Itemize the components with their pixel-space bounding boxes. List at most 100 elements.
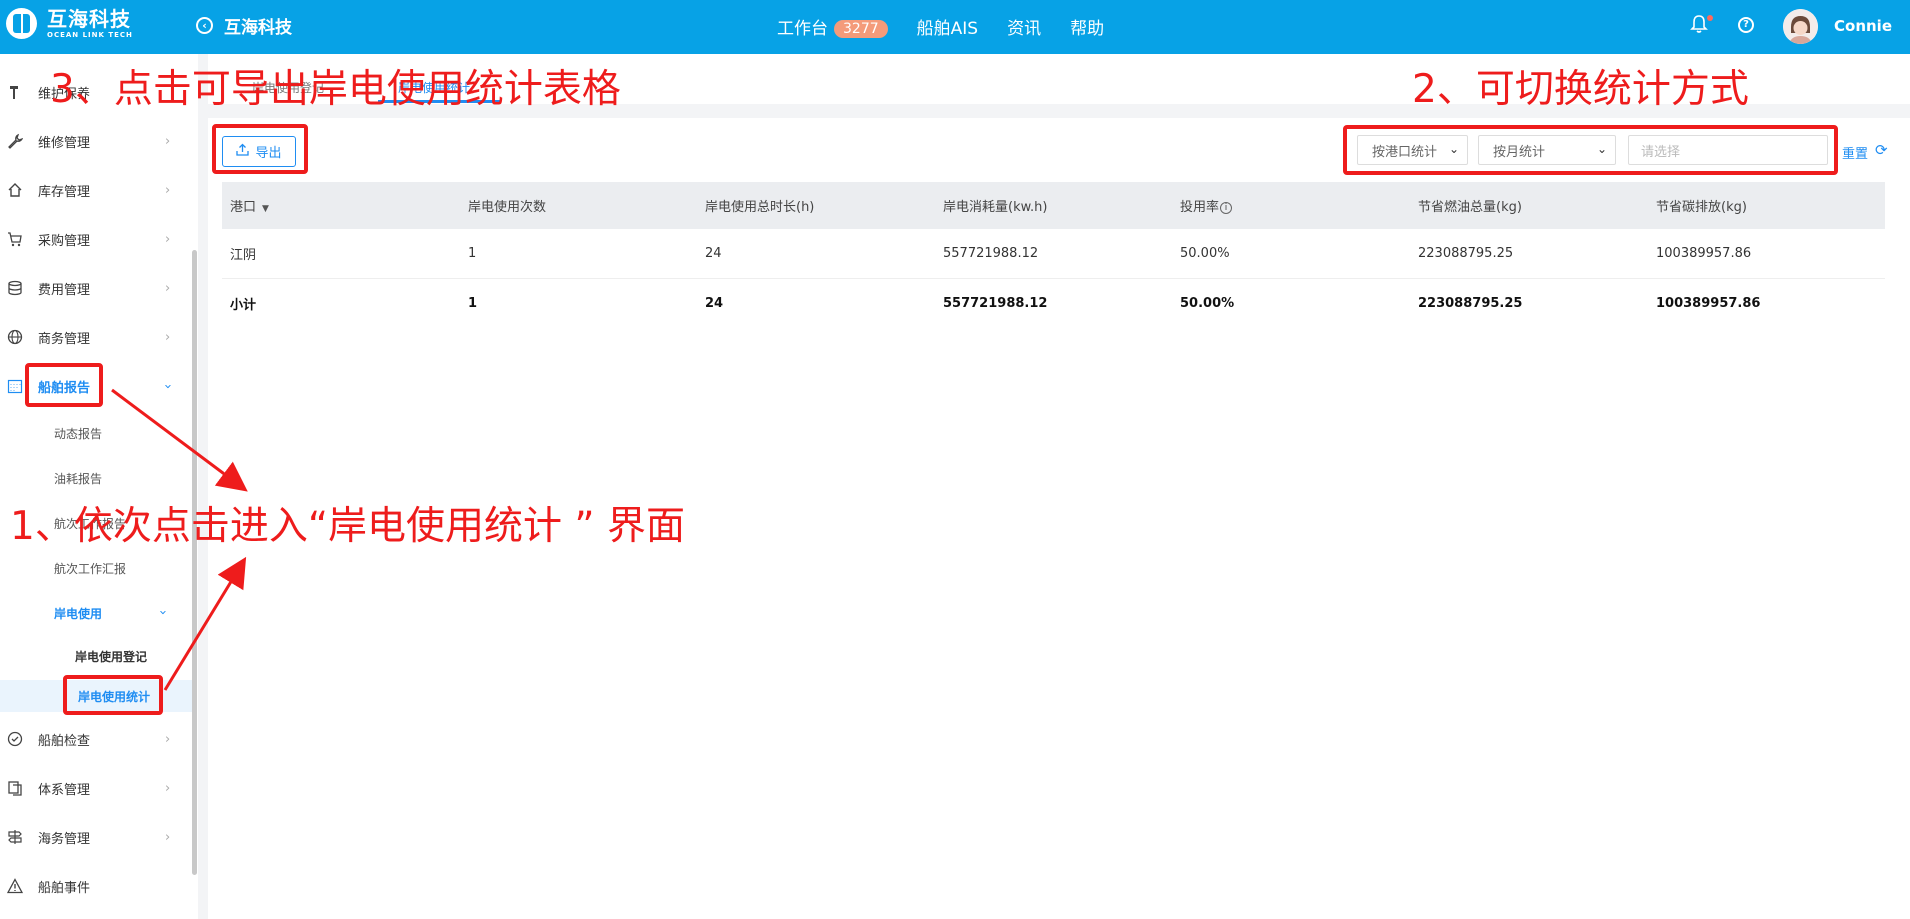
home-icon <box>6 181 24 199</box>
col-port[interactable]: 港口 ▼ <box>222 196 460 215</box>
sidebar-item-inspection[interactable]: 船舶检查 › <box>0 722 192 756</box>
chevron-right-icon: › <box>165 281 171 296</box>
sidebar-item-business[interactable]: 商务管理 › <box>0 320 192 354</box>
copy-icon <box>6 779 24 797</box>
sidebar-sub-voyage-summary[interactable]: 航次工作汇报 <box>0 553 192 583</box>
wrench-icon <box>6 132 24 150</box>
brand-logo-icon <box>6 8 37 39</box>
col-consumption: 岸电消耗量(kw.h) <box>943 200 1048 215</box>
brand[interactable]: 互海科技 OCEAN LINK TECH <box>6 8 133 39</box>
sidebar-item-label: 海务管理 <box>38 831 91 847</box>
sidebar-sub-shore-power[interactable]: 岸电使用 › <box>0 598 192 628</box>
sidebar-item-label: 费用管理 <box>38 282 91 298</box>
signpost-icon <box>6 828 24 846</box>
bell-icon[interactable] <box>1690 14 1708 34</box>
cell-total-usage-rate: 50.00% <box>1180 295 1235 311</box>
sidebar-item-label: 采购管理 <box>38 233 91 249</box>
back-button[interactable]: ‹ 互海科技 <box>196 13 292 38</box>
sidebar-item-purchase[interactable]: 采购管理 › <box>0 222 192 256</box>
chevron-right-icon: › <box>165 183 171 198</box>
chevron-right-icon: › <box>165 732 171 747</box>
cell-port: 江阴 <box>230 248 257 263</box>
check-circle-icon <box>6 730 24 748</box>
chevron-right-icon: › <box>165 134 171 149</box>
cell-usage-rate: 50.00% <box>1180 246 1230 261</box>
company-title: 互海科技 <box>224 18 292 38</box>
top-nav: 工作台 3277 船舶AIS 资讯 帮助 <box>777 14 1133 39</box>
reset-button[interactable]: 重置 <box>1842 143 1868 162</box>
cart-icon <box>6 230 24 248</box>
sidebar-item-marine[interactable]: 海务管理 › <box>0 820 192 854</box>
chevron-right-icon: › <box>165 232 171 247</box>
col-usage-rate-label: 投用率 <box>1180 200 1220 215</box>
chevron-right-icon: › <box>165 330 171 345</box>
avatar[interactable] <box>1783 9 1818 44</box>
chevron-down-icon: › <box>155 609 171 616</box>
cell-fuel-saved: 223088795.25 <box>1418 246 1514 261</box>
col-port-label: 港口 <box>230 200 257 215</box>
warning-icon <box>6 877 24 895</box>
chevron-right-icon: › <box>165 830 171 845</box>
cell-total-carbon-saved: 100389957.86 <box>1656 295 1761 311</box>
sort-caret-icon[interactable]: ▼ <box>262 204 269 214</box>
nav-workbench[interactable]: 工作台 3277 <box>777 14 888 39</box>
cell-use-count: 1 <box>468 246 477 261</box>
unread-dot <box>1707 15 1713 21</box>
sidebar-item-expense[interactable]: 费用管理 › <box>0 271 192 305</box>
sidebar-item-system[interactable]: 体系管理 › <box>0 771 192 805</box>
nav-help[interactable]: 帮助 <box>1070 14 1104 39</box>
cell-carbon-saved: 100389957.86 <box>1656 246 1752 261</box>
sidebar-item-repair[interactable]: 维修管理 › <box>0 124 192 158</box>
chevron-right-icon: › <box>165 781 171 796</box>
sidebar-sub-label: 油耗报告 <box>54 471 103 486</box>
sidebar-sub-dynamic-report[interactable]: 动态报告 <box>0 418 192 448</box>
table-header: 港口 ▼ 岸电使用次数 岸电使用总时长(h) 岸电消耗量(kw.h) 投用率 i 节… <box>222 182 1885 229</box>
cell-total-count: 1 <box>468 295 478 311</box>
annotation-step2: 2、可切换统计方式 <box>1412 67 1749 112</box>
brand-tagline: OCEAN LINK TECH <box>47 30 133 39</box>
calendar-icon <box>6 377 24 395</box>
brand-name: 互海科技 <box>47 6 131 31</box>
sidebar-shore-register[interactable]: 岸电使用登记 <box>0 640 192 672</box>
sidebar-sub-label: 岸电使用 <box>54 606 103 621</box>
sidebar-item-label: 体系管理 <box>38 782 91 798</box>
sidebar-item-inventory[interactable]: 库存管理 › <box>0 173 192 207</box>
col-usage-rate: 投用率 i <box>1172 196 1410 215</box>
sidebar-sub-label: 动态报告 <box>54 426 103 441</box>
refresh-icon[interactable]: ⟳ <box>1875 141 1888 159</box>
nav-ship-ais[interactable]: 船舶AIS <box>917 14 978 39</box>
info-icon[interactable]: i <box>1220 202 1233 214</box>
sidebar-sub-label: 岸电使用登记 <box>75 649 148 664</box>
sidebar-item-label: 维修管理 <box>38 135 91 151</box>
nav-news[interactable]: 资讯 <box>1007 14 1041 39</box>
sidebar-item-label: 船舶检查 <box>38 733 91 749</box>
database-icon <box>6 279 24 297</box>
statistics-table: 港口 ▼ 岸电使用次数 岸电使用总时长(h) 岸电消耗量(kw.h) 投用率 i 节… <box>222 182 1885 327</box>
annotation-step3: 3、点击可导出岸电使用统计表格 <box>50 67 621 112</box>
sidebar-sub-label: 航次工作汇报 <box>54 561 127 576</box>
cell-total-consumption: 557721988.12 <box>943 295 1048 311</box>
annotation-box-shore-stats <box>63 675 163 715</box>
nav-workbench-label: 工作台 <box>777 19 828 39</box>
col-use-count: 岸电使用次数 <box>468 200 547 215</box>
back-arrow-icon: ‹ <box>196 17 213 34</box>
cell-total-hours: 24 <box>705 295 724 311</box>
annotation-step1: 1、依次点击进入“岸电使用统计 ” 界面 <box>10 504 686 549</box>
chevron-down-icon: › <box>160 383 176 390</box>
sidebar-scrollbar[interactable] <box>192 250 197 875</box>
sidebar-item-label: 库存管理 <box>38 184 91 200</box>
sidebar-sub-fuel-report[interactable]: 油耗报告 <box>0 463 192 493</box>
table-row: 江阴 1 24 557721988.12 50.00% 223088795.25… <box>222 229 1885 279</box>
cell-consumption: 557721988.12 <box>943 246 1039 261</box>
col-total-hours: 岸电使用总时长(h) <box>705 200 815 215</box>
sidebar-item-label: 商务管理 <box>38 331 91 347</box>
user-name[interactable]: Connie <box>1834 17 1892 35</box>
help-icon[interactable]: ? <box>1738 17 1754 33</box>
col-fuel-saved: 节省燃油总量(kg) <box>1418 200 1522 215</box>
notification-count-badge: 3277 <box>834 20 888 38</box>
globe-icon <box>6 328 24 346</box>
table-total-row: 小计 1 24 557721988.12 50.00% 223088795.25… <box>222 279 1885 327</box>
cell-total-fuel-saved: 223088795.25 <box>1418 295 1523 311</box>
cell-total-label: 小计 <box>230 297 257 313</box>
sidebar-item-incident[interactable]: 船舶事件 <box>0 869 192 903</box>
